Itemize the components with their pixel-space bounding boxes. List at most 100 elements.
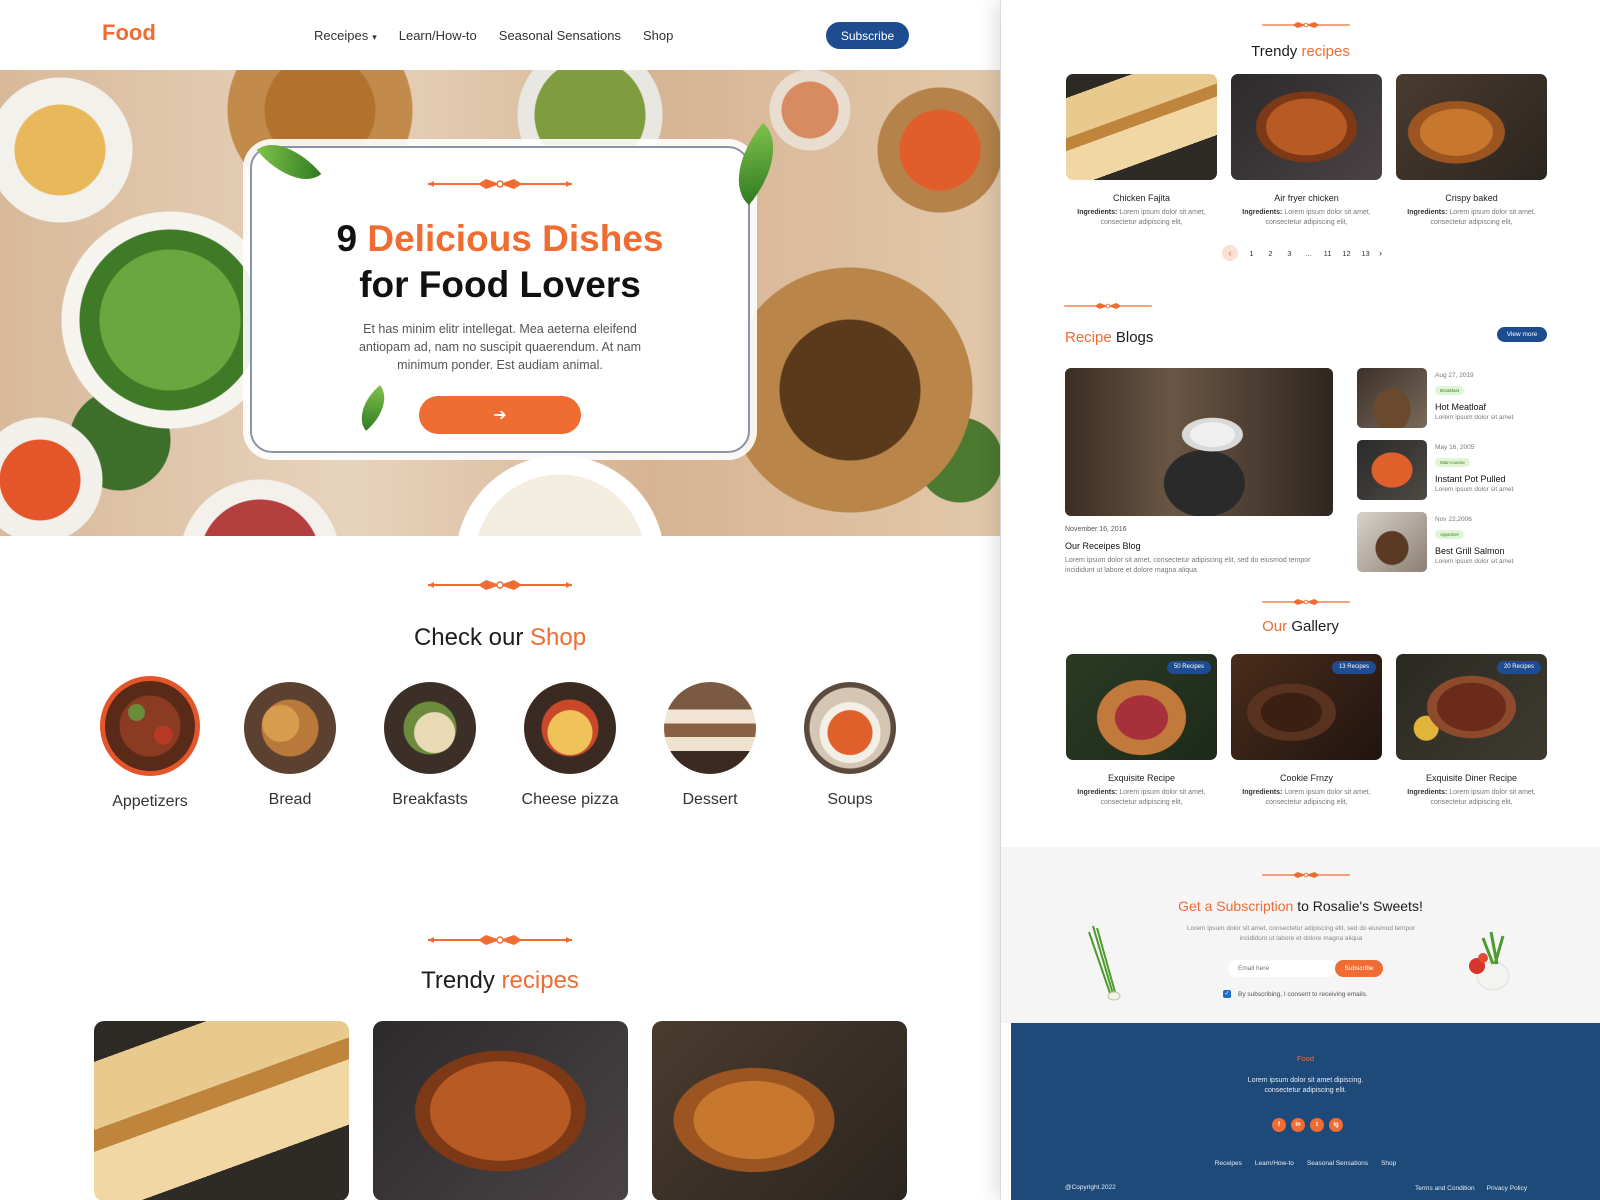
page-link[interactable]: 2 [1265, 249, 1276, 258]
category-tag: Breakfast [1435, 386, 1465, 395]
page-link[interactable]: 1 [1246, 249, 1257, 258]
recipe-card[interactable]: Chicken Fajita Ingredients: Lorem ipsum … [1066, 74, 1217, 228]
ingredients-text: Lorem ipsum dolor sit amet, consectetur … [1430, 209, 1536, 226]
nav-item-receipes[interactable]: Receipes ▾ [314, 28, 377, 43]
nav-item-learn[interactable]: Learn/How-to [399, 28, 477, 43]
nav-item-seasonal[interactable]: Seasonal Sensations [499, 28, 621, 43]
footer: Food Lorem ipsum dolor sit amet dipiscin… [1011, 1023, 1600, 1200]
legal-links: Terms and Condition Privacy Policy [1415, 1185, 1527, 1192]
hero-title: 9 Delicious Dishes for Food Lovers [252, 216, 748, 308]
hero-cta-button[interactable]: ➔ [419, 396, 581, 434]
nav-item-label: Receipes [314, 28, 369, 43]
page-link[interactable]: 13 [1360, 249, 1371, 258]
blog-date: November 16, 2016 [1065, 526, 1127, 533]
gallery-card-desc: Ingredients: Lorem ipsum dolor sit amet,… [1066, 788, 1217, 808]
spring-onion-icon [1088, 925, 1121, 1001]
subscribe-button[interactable]: Subscribe [1335, 960, 1383, 977]
terms-link[interactable]: Terms and Condition [1415, 1185, 1475, 1192]
gallery-card-title: Exquisite Recipe [1107, 773, 1176, 783]
page-link[interactable]: 12 [1341, 249, 1352, 258]
trendy-title-prefix: Trendy [1251, 43, 1298, 60]
recipe-card-image[interactable] [652, 1021, 907, 1200]
category-label: Cheese pizza [521, 791, 619, 808]
twitter-icon[interactable]: t [1310, 1118, 1324, 1132]
trendy-title-accent: recipes [501, 967, 579, 994]
recipe-card-desc: Ingredients: Lorem ipsum dolor sit amet,… [1396, 208, 1547, 228]
trendy-section-title: Trendy recipes [0, 967, 1000, 995]
blog-side-item[interactable]: May 16, 2005 Main-course Instant Pot Pul… [1357, 440, 1513, 500]
blog-featured-image[interactable] [1065, 368, 1333, 516]
shop-category-list: Appetizers Bread Breakfasts Cheese pizza… [95, 676, 905, 811]
arrow-right-icon: ➔ [493, 407, 507, 424]
chevron-right-icon[interactable]: › [1379, 248, 1382, 258]
recipe-card-title: Crispy baked [1445, 193, 1498, 203]
blog-side-image [1357, 512, 1427, 572]
footer-logo[interactable]: Food [1011, 1054, 1600, 1063]
blog-side-text: May 16, 2005 Main-course Instant Pot Pul… [1435, 440, 1513, 500]
gallery-title-suffix: Gallery [1291, 618, 1339, 635]
blog-side-item[interactable]: Nov 22,2006 Appetizer Best Grill Salmon … [1357, 512, 1513, 572]
footer-link-seasonal[interactable]: Seasonal Sensations [1307, 1160, 1368, 1167]
blog-side-desc: Lorem ipsum dolor sit amet [1435, 414, 1514, 421]
recipe-card-title: Chicken Fajita [1112, 193, 1171, 203]
gallery-card-title: Exquisite Diner Recipe [1425, 773, 1518, 783]
consent-label: By subscribing, I consent to receiving e… [1238, 991, 1368, 998]
consent-checkbox[interactable]: ✓ [1223, 990, 1231, 998]
ingredients-label: Ingredients: [1077, 209, 1118, 216]
page-link[interactable]: 11 [1322, 249, 1333, 258]
blog-side-title: Hot Meatloaf [1435, 402, 1487, 412]
linkedin-icon[interactable]: in [1291, 1118, 1305, 1132]
ingredients-label: Ingredients: [1407, 209, 1448, 216]
footer-description: Lorem ipsum dolor sit amet dipiscing. co… [1011, 1076, 1600, 1096]
recipe-card-title: Air fryer chicken [1274, 193, 1339, 203]
nav-item-shop[interactable]: Shop [643, 28, 673, 43]
recipe-count-badge: 20 Recipes [1496, 661, 1541, 674]
category-soups[interactable]: Soups [795, 676, 905, 811]
instagram-icon[interactable]: ig [1329, 1118, 1343, 1132]
gallery-card[interactable]: 20 Recipes Exquisite Diner Recipe Ingred… [1396, 654, 1547, 808]
category-breakfasts[interactable]: Breakfasts [375, 676, 485, 811]
recipe-card-image[interactable] [94, 1021, 349, 1200]
hero-banner: 9 Delicious Dishes for Food Lovers Et ha… [0, 70, 1000, 536]
recipe-card-image[interactable] [373, 1021, 628, 1200]
footer-link-shop[interactable]: Shop [1381, 1160, 1396, 1167]
chevron-down-icon: ▾ [372, 32, 377, 42]
category-bread[interactable]: Bread [235, 676, 345, 811]
category-cheese-pizza[interactable]: Cheese pizza [515, 676, 625, 811]
footer-link-learn[interactable]: Learn/How-to [1255, 1160, 1294, 1167]
gallery-card[interactable]: 50 Recipes Exquisite Recipe Ingredients:… [1066, 654, 1217, 808]
footer-link-receipes[interactable]: Receipes [1215, 1160, 1242, 1167]
category-appetizers[interactable]: Appetizers [95, 676, 205, 811]
recipe-count-badge: 50 Recipes [1166, 661, 1211, 674]
hero-title-line2: for Food Lovers [359, 264, 641, 305]
logo[interactable]: Food [102, 20, 156, 46]
category-image [804, 682, 896, 774]
footer-desc-line: Lorem ipsum dolor sit amet dipiscing. [1247, 1077, 1364, 1084]
recipe-card[interactable]: Crispy baked Ingredients: Lorem ipsum do… [1396, 74, 1547, 228]
chevron-left-icon[interactable]: ‹ [1222, 245, 1238, 261]
subscribe-button[interactable]: Subscribe [826, 22, 909, 49]
recipe-count-badge: 13 Recipes [1331, 661, 1376, 674]
gallery-card[interactable]: 13 Recipes Cookie Frnzy Ingredients: Lor… [1231, 654, 1382, 808]
blog-side-text: Nov 22,2006 Appetizer Best Grill Salmon … [1435, 512, 1513, 572]
blog-title[interactable]: Our Receipes Blog [1065, 541, 1141, 551]
gallery-card-title: Cookie Frnzy [1279, 773, 1333, 783]
page-link[interactable]: 3 [1284, 249, 1295, 258]
hero-title-number: 9 [336, 218, 358, 259]
category-image [664, 682, 756, 774]
recipe-card[interactable]: Air fryer chicken Ingredients: Lorem ips… [1231, 74, 1382, 228]
category-tag: Appetizer [1435, 530, 1465, 539]
email-field[interactable] [1228, 960, 1337, 977]
blog-side-item[interactable]: Aug 27, 2019 Breakfast Hot Meatloaf Lore… [1357, 368, 1513, 428]
privacy-link[interactable]: Privacy Policy [1487, 1185, 1527, 1192]
ingredients-label: Ingredients: [1242, 209, 1283, 216]
trendy-title-prefix: Trendy [421, 967, 495, 994]
view-more-button[interactable]: View more [1497, 327, 1547, 342]
shop-title-prefix: Check our [413, 624, 524, 651]
ingredients-text: Lorem ipsum dolor sit amet, consectetur … [1100, 789, 1206, 806]
category-dessert[interactable]: Dessert [655, 676, 765, 811]
gallery-cards: 50 Recipes Exquisite Recipe Ingredients:… [1066, 654, 1547, 808]
facebook-icon[interactable]: f [1272, 1118, 1286, 1132]
hero-card: 9 Delicious Dishes for Food Lovers Et ha… [250, 146, 750, 453]
page-canvas: Food Receipes ▾ Learn/How-to Seasonal Sen… [0, 0, 1600, 1200]
